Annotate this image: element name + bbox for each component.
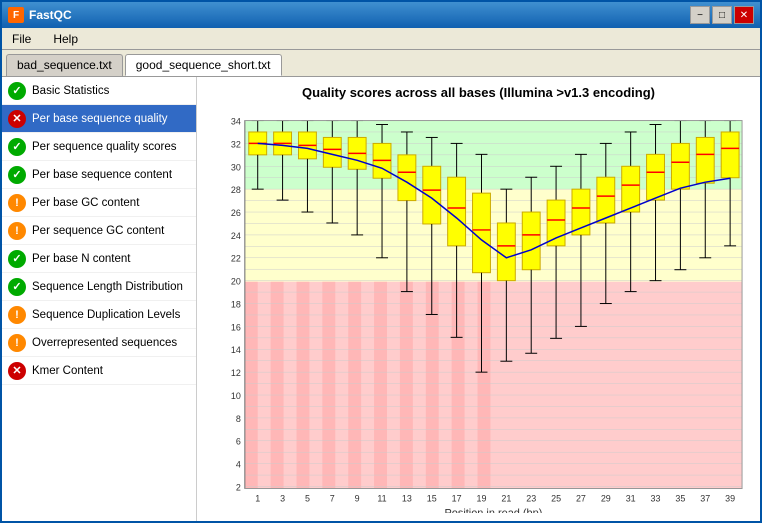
status-icon-orange-1: ! xyxy=(8,194,26,212)
svg-text:19: 19 xyxy=(477,493,487,503)
status-icon-orange-3: ! xyxy=(8,306,26,324)
svg-text:12: 12 xyxy=(231,368,241,378)
title-bar-left: F FastQC xyxy=(8,7,72,23)
sidebar-item-per-base-n[interactable]: ✓ Per base N content xyxy=(2,245,196,273)
tab-bad-sequence[interactable]: bad_sequence.txt xyxy=(6,54,123,76)
bg-red xyxy=(245,282,742,489)
window-title: FastQC xyxy=(29,8,72,22)
status-icon-green-4: ✓ xyxy=(8,250,26,268)
svg-text:5: 5 xyxy=(305,493,310,503)
svg-text:24: 24 xyxy=(231,231,241,241)
svg-text:18: 18 xyxy=(231,300,241,310)
sidebar: ✓ Basic Statistics ✕ Per base sequence q… xyxy=(2,77,197,521)
sidebar-label-per-base-quality: Per base sequence quality xyxy=(32,113,168,125)
status-icon-green: ✓ xyxy=(8,82,26,100)
sidebar-label-basic-statistics: Basic Statistics xyxy=(32,85,109,97)
svg-text:26: 26 xyxy=(231,208,241,218)
sidebar-item-basic-statistics[interactable]: ✓ Basic Statistics xyxy=(2,77,196,105)
svg-text:15: 15 xyxy=(427,493,437,503)
chart-container: 2 4 6 8 10 12 14 16 18 20 22 24 26 28 xyxy=(205,106,752,513)
close-button[interactable]: ✕ xyxy=(734,6,754,24)
tab-good-sequence[interactable]: good_sequence_short.txt xyxy=(125,54,282,76)
svg-text:16: 16 xyxy=(231,322,241,332)
sidebar-item-per-sequence-gc[interactable]: ! Per sequence GC content xyxy=(2,217,196,245)
status-icon-green-3: ✓ xyxy=(8,166,26,184)
sidebar-item-seq-duplication[interactable]: ! Sequence Duplication Levels xyxy=(2,301,196,329)
sidebar-label-per-sequence-quality: Per sequence quality scores xyxy=(32,141,176,153)
svg-text:27: 27 xyxy=(576,493,586,503)
x-axis-labels: 1 3 5 7 9 11 13 15 17 19 21 23 25 27 xyxy=(255,493,735,503)
sidebar-item-overrepresented[interactable]: ! Overrepresented sequences xyxy=(2,329,196,357)
sidebar-item-per-base-gc[interactable]: ! Per base GC content xyxy=(2,189,196,217)
svg-text:28: 28 xyxy=(231,185,241,195)
svg-text:25: 25 xyxy=(551,493,561,503)
sidebar-label-per-base-content: Per base sequence content xyxy=(32,169,172,181)
svg-text:39: 39 xyxy=(725,493,735,503)
title-bar: F FastQC − □ ✕ xyxy=(2,2,760,28)
svg-text:17: 17 xyxy=(452,493,462,503)
svg-text:9: 9 xyxy=(355,493,360,503)
status-icon-red-2: ✕ xyxy=(8,362,26,380)
sidebar-item-per-sequence-quality[interactable]: ✓ Per sequence quality scores xyxy=(2,133,196,161)
svg-text:23: 23 xyxy=(526,493,536,503)
app-icon: F xyxy=(8,7,24,23)
chart-title: Quality scores across all bases (Illumin… xyxy=(302,85,655,100)
svg-text:10: 10 xyxy=(231,391,241,401)
svg-text:35: 35 xyxy=(675,493,685,503)
sidebar-label-per-base-gc: Per base GC content xyxy=(32,197,139,209)
svg-text:1: 1 xyxy=(255,493,260,503)
svg-text:13: 13 xyxy=(402,493,412,503)
sidebar-label-seq-length: Sequence Length Distribution xyxy=(32,281,183,293)
svg-text:4: 4 xyxy=(236,460,241,470)
svg-text:7: 7 xyxy=(330,493,335,503)
svg-text:2: 2 xyxy=(236,483,241,493)
sidebar-item-per-base-quality[interactable]: ✕ Per base sequence quality xyxy=(2,105,196,133)
svg-text:3: 3 xyxy=(280,493,285,503)
svg-text:34: 34 xyxy=(231,117,241,127)
main-window: F FastQC − □ ✕ File Help bad_sequence.tx… xyxy=(0,0,762,523)
sidebar-label-seq-duplication: Sequence Duplication Levels xyxy=(32,309,180,321)
title-buttons: − □ ✕ xyxy=(690,6,754,24)
svg-text:31: 31 xyxy=(626,493,636,503)
svg-text:20: 20 xyxy=(231,277,241,287)
status-icon-red: ✕ xyxy=(8,110,26,128)
svg-text:33: 33 xyxy=(651,493,661,503)
sidebar-item-seq-length[interactable]: ✓ Sequence Length Distribution xyxy=(2,273,196,301)
sidebar-label-per-base-n: Per base N content xyxy=(32,253,130,265)
menu-file[interactable]: File xyxy=(6,30,37,48)
sidebar-item-kmer[interactable]: ✕ Kmer Content xyxy=(2,357,196,385)
status-icon-green-5: ✓ xyxy=(8,278,26,296)
y-axis-labels: 2 4 6 8 10 12 14 16 18 20 22 24 26 28 xyxy=(231,117,241,493)
svg-text:37: 37 xyxy=(700,493,710,503)
status-icon-green-2: ✓ xyxy=(8,138,26,156)
content-area: ✓ Basic Statistics ✕ Per base sequence q… xyxy=(2,76,760,521)
svg-text:22: 22 xyxy=(231,254,241,264)
bg-yellow xyxy=(245,189,742,281)
x-axis-title: Position in read (bp) xyxy=(444,507,542,513)
sidebar-label-kmer: Kmer Content xyxy=(32,365,103,377)
svg-text:11: 11 xyxy=(377,493,386,503)
svg-text:8: 8 xyxy=(236,414,241,424)
sidebar-label-per-sequence-gc: Per sequence GC content xyxy=(32,225,164,237)
svg-text:21: 21 xyxy=(501,493,511,503)
tab-bar: bad_sequence.txt good_sequence_short.txt xyxy=(2,50,760,76)
svg-text:6: 6 xyxy=(236,437,241,447)
sidebar-label-overrepresented: Overrepresented sequences xyxy=(32,337,177,349)
status-icon-orange-2: ! xyxy=(8,222,26,240)
svg-text:30: 30 xyxy=(231,162,241,172)
maximize-button[interactable]: □ xyxy=(712,6,732,24)
quality-chart: 2 4 6 8 10 12 14 16 18 20 22 24 26 28 xyxy=(205,106,752,513)
svg-text:29: 29 xyxy=(601,493,611,503)
menu-help[interactable]: Help xyxy=(47,30,84,48)
sidebar-item-per-base-content[interactable]: ✓ Per base sequence content xyxy=(2,161,196,189)
menu-bar: File Help xyxy=(2,28,760,50)
status-icon-orange-4: ! xyxy=(8,334,26,352)
chart-area: Quality scores across all bases (Illumin… xyxy=(197,77,760,521)
svg-text:32: 32 xyxy=(231,139,241,149)
svg-text:14: 14 xyxy=(231,345,241,355)
minimize-button[interactable]: − xyxy=(690,6,710,24)
